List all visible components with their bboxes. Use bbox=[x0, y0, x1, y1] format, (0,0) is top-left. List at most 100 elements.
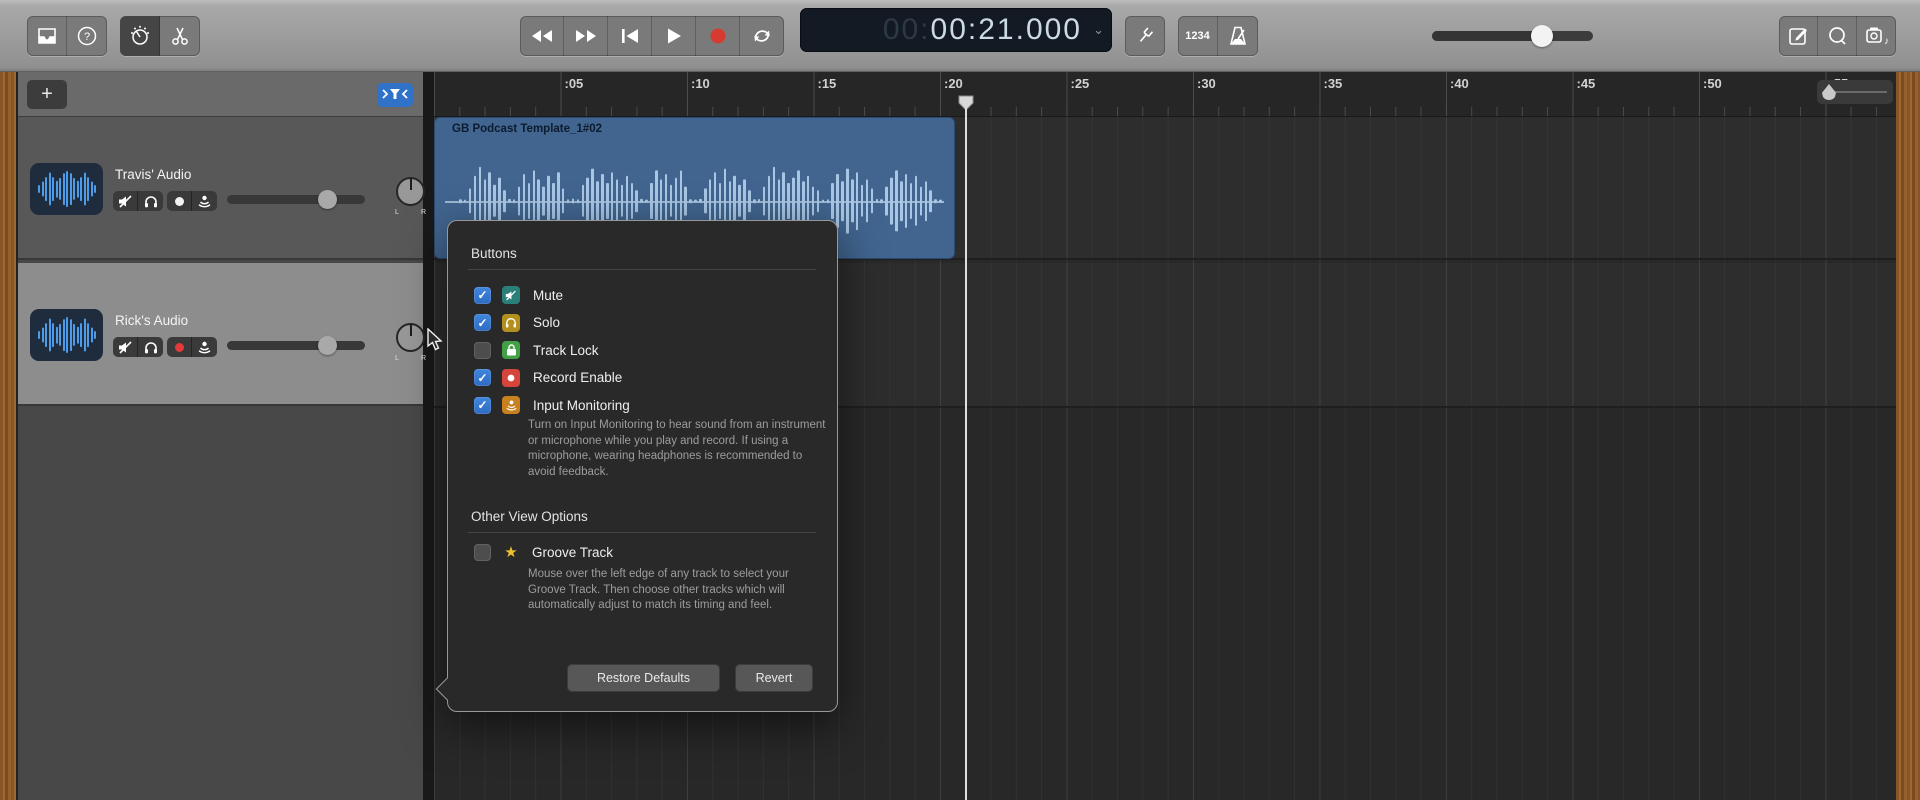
volume-thumb[interactable] bbox=[318, 190, 337, 209]
popover-row-solo[interactable]: Solo bbox=[474, 313, 560, 333]
volume-fill bbox=[1432, 31, 1542, 41]
track-name[interactable]: Travis' Audio bbox=[115, 167, 191, 182]
track-volume-slider[interactable] bbox=[227, 195, 365, 204]
popover-row-label: Solo bbox=[533, 315, 560, 330]
library-icon bbox=[36, 25, 58, 47]
mute-icon bbox=[118, 341, 133, 354]
pan-knob[interactable] bbox=[396, 177, 425, 206]
quick-help-button[interactable]: ? bbox=[67, 16, 107, 56]
playhead[interactable] bbox=[958, 95, 974, 111]
record-enable-dot bbox=[175, 343, 184, 352]
record-icon bbox=[709, 27, 727, 45]
pan-left-label: L bbox=[395, 209, 399, 216]
audio-waveform-icon bbox=[38, 163, 95, 215]
input-monitoring-button[interactable] bbox=[192, 337, 217, 357]
record-enable-button[interactable] bbox=[167, 191, 192, 211]
input-checkbox[interactable] bbox=[474, 397, 491, 414]
record-enable-button[interactable] bbox=[167, 337, 192, 357]
mute-button[interactable] bbox=[113, 337, 138, 357]
rewind-icon bbox=[530, 28, 554, 44]
count-in-button[interactable]: 1234 bbox=[1178, 16, 1218, 56]
track-header-travis[interactable]: Travis' Audio L R bbox=[18, 117, 423, 260]
panel-timeline-divider bbox=[423, 72, 434, 800]
mute-icon bbox=[502, 286, 520, 304]
separator bbox=[468, 532, 816, 533]
track-name[interactable]: Rick's Audio bbox=[115, 313, 188, 328]
loop-icon bbox=[1826, 25, 1848, 47]
input-monitoring-description: Turn on Input Monitoring to hear sound f… bbox=[528, 418, 828, 480]
groove-track-row[interactable]: ★ Groove Track bbox=[474, 542, 613, 562]
input-icon bbox=[502, 396, 520, 414]
track-panel-toolbar: + bbox=[18, 72, 423, 117]
skip-to-start-icon bbox=[620, 28, 640, 44]
mute-button[interactable] bbox=[113, 191, 138, 211]
mute-checkbox[interactable] bbox=[474, 287, 491, 304]
catch-playhead-button[interactable] bbox=[377, 83, 413, 107]
time-ruler[interactable]: :05:10:15:20:25:30:35:40:45:50:55 bbox=[434, 72, 1896, 117]
star-icon: ★ bbox=[502, 543, 520, 561]
tuner-button[interactable] bbox=[1125, 16, 1165, 56]
chevron-down-icon[interactable]: ⌄ bbox=[1093, 22, 1104, 38]
rewind-button[interactable] bbox=[520, 16, 564, 56]
revert-button[interactable]: Revert bbox=[735, 664, 813, 692]
popover-row-lock[interactable]: Track Lock bbox=[474, 340, 599, 360]
track-volume-slider[interactable] bbox=[227, 341, 365, 350]
groove-track-checkbox[interactable] bbox=[474, 544, 491, 561]
solo-button[interactable] bbox=[138, 191, 163, 211]
pan-knob[interactable] bbox=[396, 323, 425, 352]
popover-row-label: Track Lock bbox=[533, 343, 599, 358]
cycle-button[interactable] bbox=[740, 16, 784, 56]
track-header-options-popover: Buttons Mute Solo Track Lock Record Enable I… bbox=[447, 220, 838, 712]
forward-button[interactable] bbox=[564, 16, 608, 56]
region-name: GB Podcast Template_1#02 bbox=[452, 123, 602, 135]
input-monitoring-icon bbox=[197, 194, 212, 208]
playhead-line bbox=[965, 108, 967, 800]
ruler-ticks bbox=[434, 107, 1896, 116]
play-button[interactable] bbox=[652, 16, 696, 56]
go-to-beginning-button[interactable] bbox=[608, 16, 652, 56]
popover-row-label: Input Monitoring bbox=[533, 398, 630, 413]
pan-right-label: R bbox=[421, 209, 426, 216]
metronome-button[interactable] bbox=[1218, 16, 1258, 56]
solo-checkbox[interactable] bbox=[474, 314, 491, 331]
editors-button[interactable] bbox=[160, 16, 200, 56]
loop-browser-button[interactable] bbox=[1818, 16, 1857, 56]
zoom-slider-thumb[interactable] bbox=[1822, 84, 1836, 100]
input-monitoring-button[interactable] bbox=[192, 191, 217, 211]
master-volume-slider[interactable] bbox=[1432, 31, 1593, 41]
track-header-rick[interactable]: Rick's Audio L R bbox=[18, 263, 423, 406]
mouse-cursor bbox=[426, 328, 443, 352]
separator bbox=[468, 269, 816, 270]
popover-row-mute[interactable]: Mute bbox=[474, 285, 563, 305]
popover-row-record[interactable]: Record Enable bbox=[474, 368, 622, 388]
lcd-display[interactable]: 00: 00:21.000 ⌄ bbox=[800, 8, 1112, 52]
smart-controls-button[interactable] bbox=[120, 16, 160, 56]
input-monitoring-icon bbox=[197, 340, 212, 354]
lock-icon bbox=[502, 341, 520, 359]
library-button[interactable] bbox=[27, 16, 67, 56]
restore-defaults-button[interactable]: Restore Defaults bbox=[567, 664, 720, 692]
popover-row-label: Record Enable bbox=[533, 370, 622, 385]
headphones-icon bbox=[144, 195, 158, 208]
add-track-button[interactable]: + bbox=[27, 80, 67, 109]
horizontal-zoom-slider[interactable] bbox=[1817, 80, 1893, 104]
media-browser-button[interactable]: ♪ bbox=[1857, 16, 1896, 56]
popover-row-label: Mute bbox=[533, 288, 563, 303]
popover-row-input[interactable]: Input Monitoring bbox=[474, 395, 630, 415]
lock-checkbox[interactable] bbox=[474, 342, 491, 359]
lcd-hours: 00: bbox=[883, 13, 931, 47]
record-button[interactable] bbox=[696, 16, 740, 56]
volume-thumb[interactable] bbox=[318, 336, 337, 355]
notepad-button[interactable] bbox=[1779, 16, 1818, 56]
track-header-panel: + Travis' Audio bbox=[18, 72, 423, 800]
svg-text:♪: ♪ bbox=[1884, 36, 1889, 47]
popover-section-buttons: Buttons bbox=[471, 246, 517, 261]
help-icon: ? bbox=[76, 25, 98, 47]
knob-icon bbox=[128, 24, 152, 48]
volume-thumb[interactable] bbox=[1531, 25, 1553, 47]
solo-button[interactable] bbox=[138, 337, 163, 357]
media-browser-icon: ♪ bbox=[1865, 25, 1889, 47]
groove-track-description: Mouse over the left edge of any track to… bbox=[528, 567, 828, 614]
desk-edge-left bbox=[0, 72, 16, 800]
record-checkbox[interactable] bbox=[474, 369, 491, 386]
